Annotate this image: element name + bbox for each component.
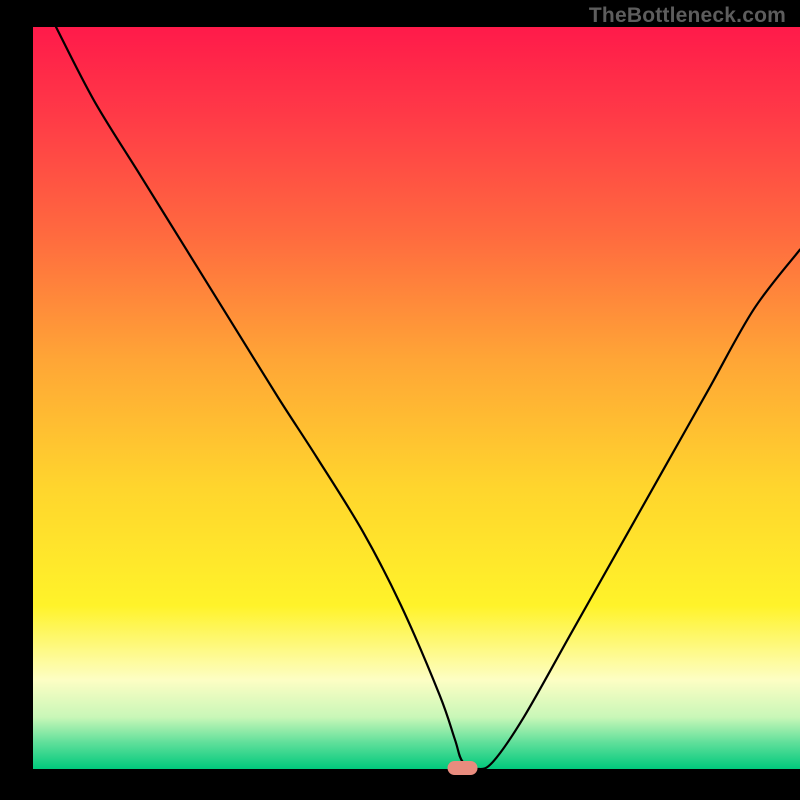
watermark-text: TheBottleneck.com <box>589 4 786 28</box>
bottleneck-chart <box>0 0 800 800</box>
optimum-marker <box>448 761 478 775</box>
chart-frame: { "watermark": "TheBottleneck.com", "cha… <box>0 0 800 800</box>
plot-background <box>33 27 800 769</box>
